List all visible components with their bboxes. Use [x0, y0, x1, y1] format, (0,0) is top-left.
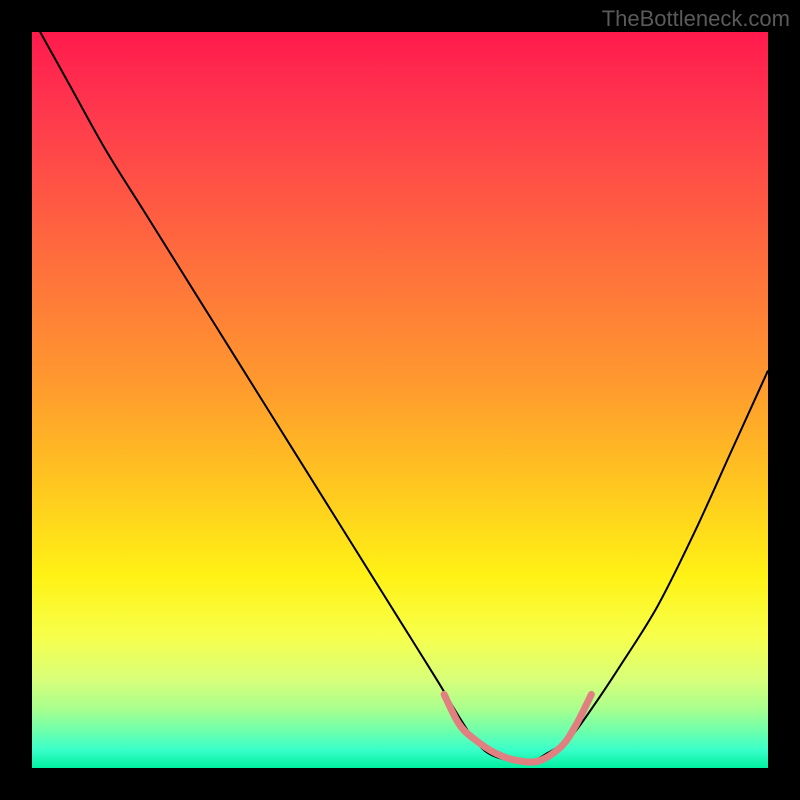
plot-area	[32, 32, 768, 768]
bottleneck-curve	[32, 32, 768, 762]
watermark-text: TheBottleneck.com	[602, 6, 790, 32]
curve-layer	[32, 32, 768, 768]
optimal-range-highlight	[444, 694, 591, 762]
